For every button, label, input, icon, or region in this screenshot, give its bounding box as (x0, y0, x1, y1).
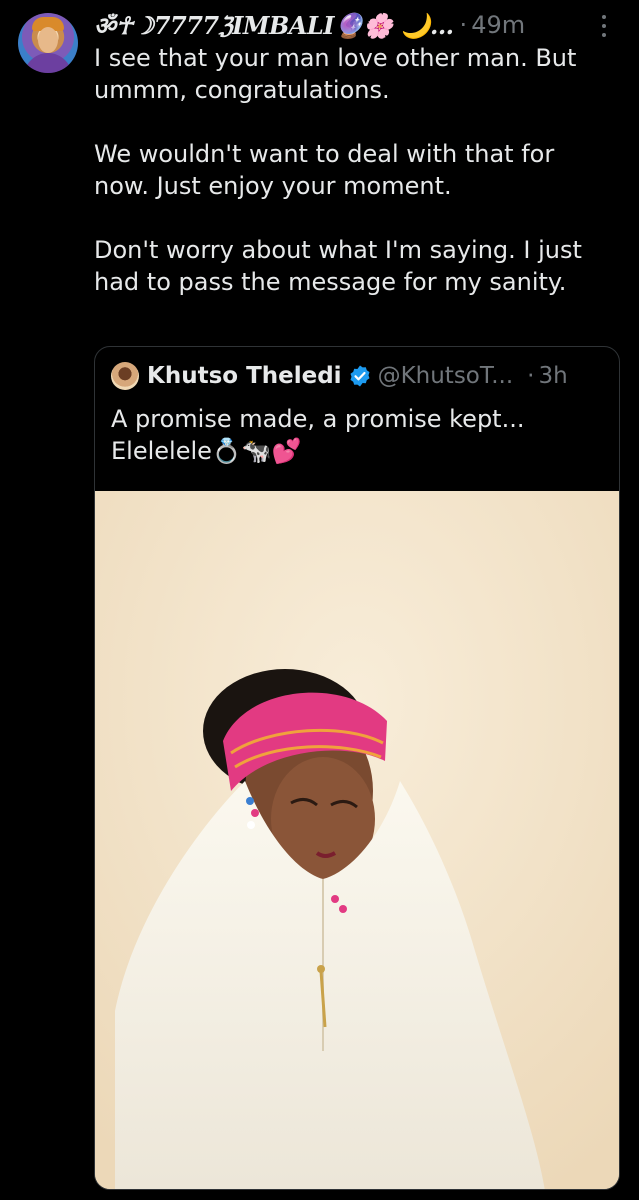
quoted-timestamp[interactable]: 3h (538, 363, 567, 389)
quoted-tweet-header: Khutso Theledi @KhutsoT... · 3h (111, 359, 611, 393)
tweet-text: I see that your man love other man. But … (94, 42, 614, 298)
more-dot (602, 15, 606, 19)
more-dot (602, 24, 606, 28)
avatar-face-shape (38, 27, 58, 53)
tweet-paragraph: We wouldn't want to deal with that for n… (94, 140, 555, 200)
header-separator: · (459, 11, 468, 39)
author-avatar[interactable] (18, 13, 78, 73)
quoted-tweet-photo[interactable] (95, 491, 619, 1189)
more-vertical-icon[interactable] (598, 12, 610, 40)
tweet-timestamp[interactable]: 49m (471, 11, 525, 39)
verified-badge-icon (350, 365, 370, 387)
author-display-name[interactable]: ॐ☥☽7777ℨIMBALI🔮🌸 🌙... (94, 9, 454, 42)
tweet-header: ॐ☥☽7777ℨIMBALI🔮🌸 🌙... · 49m (94, 6, 574, 44)
quoted-author-avatar[interactable] (111, 362, 139, 390)
avatar-garment-shape (24, 53, 72, 73)
tweet-paragraph: I see that your man love other man. But … (94, 44, 577, 104)
quoted-author-handle[interactable]: @KhutsoT... (378, 363, 514, 389)
quoted-text-line: A promise made, a promise kept... (111, 405, 525, 433)
more-dot (602, 33, 606, 37)
quoted-author-name[interactable]: Khutso Theledi (147, 363, 342, 389)
tweet-paragraph: Don't worry about what I'm saying. I jus… (94, 236, 582, 296)
quoted-text-line: Elelelele💍🐄💕 (111, 437, 302, 465)
photo-illustration (95, 491, 619, 1189)
quoted-header-separator: · (527, 363, 535, 389)
tweet[interactable]: ॐ☥☽7777ℨIMBALI🔮🌸 🌙... · 49m I see that y… (0, 0, 639, 1200)
quoted-tweet-text: A promise made, a promise kept... Elelel… (111, 403, 611, 467)
quoted-tweet-card[interactable]: Khutso Theledi @KhutsoT... · 3h A promis… (94, 346, 620, 1190)
